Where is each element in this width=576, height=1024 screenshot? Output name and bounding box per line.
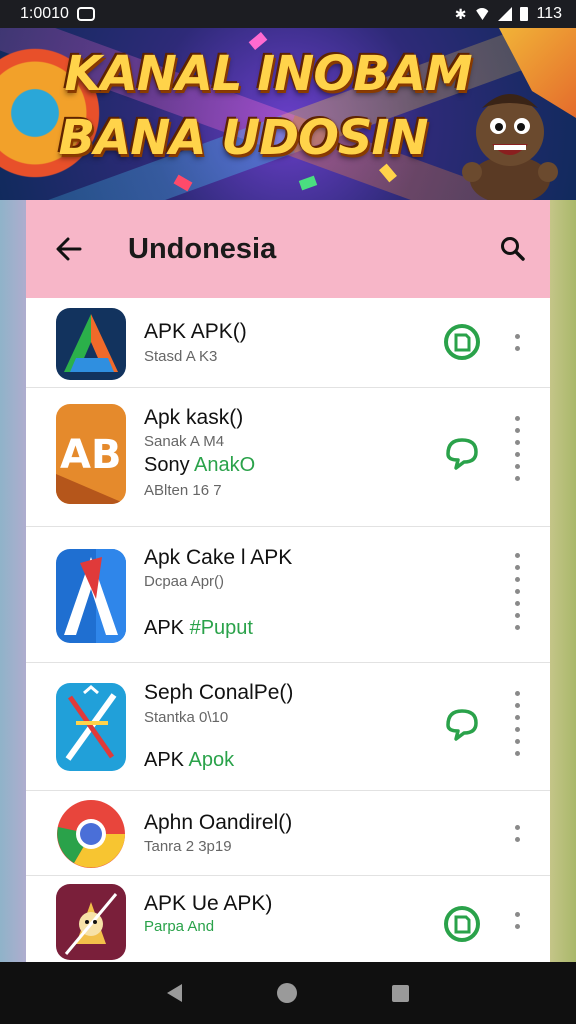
app-subtitle: Stantka 0\10 xyxy=(144,709,229,726)
app-title: Apk Cake l APK xyxy=(144,546,293,569)
nav-home-icon[interactable] xyxy=(276,983,297,1003)
battery-icon xyxy=(520,7,529,21)
app-title: APK Ue APK) xyxy=(144,892,273,915)
app-subtitle: Sanak A M4 xyxy=(144,433,225,450)
app-window: Undonesia APK APK() Stasd A K3 AB Apk ka… xyxy=(26,200,550,962)
more-options-icon[interactable] xyxy=(514,691,520,756)
app-icon-tools xyxy=(56,683,126,771)
arrow-left-icon xyxy=(56,237,82,261)
app-title: Apk kask() xyxy=(144,406,244,429)
chat-bubble-icon[interactable] xyxy=(442,703,482,743)
app-tagline: APK #Puput xyxy=(144,617,253,639)
nav-recents-icon[interactable] xyxy=(391,984,409,1002)
list-item[interactable]: Apk Cake l APK Dcpaa Apr() APK #Puput xyxy=(26,527,550,663)
search-icon xyxy=(501,237,525,261)
more-options-icon[interactable] xyxy=(514,912,520,929)
wifi-icon xyxy=(474,8,491,20)
more-options-icon[interactable] xyxy=(514,416,520,481)
list-item[interactable]: AB Apk kask() Sanak A M4 Sony AnakO ABlt… xyxy=(26,388,550,527)
status-bar: 1:0010 ✱ 113 xyxy=(0,0,576,28)
signal-icon xyxy=(498,7,513,21)
app-icon-fox xyxy=(56,884,126,960)
list-item[interactable]: APK Ue APK) Parpa And xyxy=(26,876,550,962)
app-icon-ab: AB xyxy=(56,404,126,504)
top-app-bar: Undonesia xyxy=(26,200,550,298)
nav-back-icon[interactable] xyxy=(167,984,183,1002)
app-icon-chrome xyxy=(56,797,126,871)
system-nav-bar xyxy=(0,962,576,1024)
chat-bubble-icon[interactable] xyxy=(442,432,482,472)
status-time: 1:0010 xyxy=(20,5,69,22)
back-button[interactable] xyxy=(52,232,86,266)
more-options-icon[interactable] xyxy=(514,334,520,351)
app-detail: ABlten 16 7 xyxy=(144,482,222,499)
app-title: APK APK() xyxy=(144,320,247,343)
notification-icon xyxy=(76,7,95,21)
install-button[interactable] xyxy=(442,904,482,944)
page-title: Undonesia xyxy=(128,232,277,265)
app-subtitle: Parpa And xyxy=(144,918,215,935)
app-tagline: APK Apok xyxy=(144,749,235,771)
status-battery-level: 113 xyxy=(536,5,562,22)
promo-banner[interactable]: KANAL INOBAM BANA UDOSIN xyxy=(0,28,576,200)
search-button[interactable] xyxy=(496,232,530,266)
app-icon-a-blue xyxy=(56,549,126,643)
app-title: Seph ConalPe() xyxy=(144,681,294,704)
svg-text:AB: AB xyxy=(60,432,121,478)
install-button[interactable] xyxy=(442,322,482,362)
app-title: Aphn Oandirel() xyxy=(144,811,293,834)
banner-mascot-graphic xyxy=(462,94,558,200)
app-icon-a-triangle xyxy=(56,308,126,380)
more-options-icon[interactable] xyxy=(514,825,520,842)
app-list: APK APK() Stasd A K3 AB Apk kask() Sanak… xyxy=(26,298,550,962)
app-subtitle: Stasd A K3 xyxy=(144,348,218,365)
more-options-icon[interactable] xyxy=(514,553,520,630)
status-right: ✱ 113 xyxy=(455,5,562,23)
app-subtitle: Dcpaa Apr() xyxy=(144,573,225,590)
status-left: 1:0010 xyxy=(20,5,95,23)
app-subtitle: Tanra 2 3p19 xyxy=(144,838,232,855)
list-item[interactable]: APK APK() Stasd A K3 xyxy=(26,298,550,388)
bluetooth-icon: ✱ xyxy=(454,5,467,22)
list-item[interactable]: Seph ConalPe() Stantka 0\10 APK Apok xyxy=(26,663,550,791)
list-item[interactable]: Aphn Oandirel() Tanra 2 3p19 xyxy=(26,791,550,876)
app-tagline: Sony AnakO xyxy=(144,454,256,476)
